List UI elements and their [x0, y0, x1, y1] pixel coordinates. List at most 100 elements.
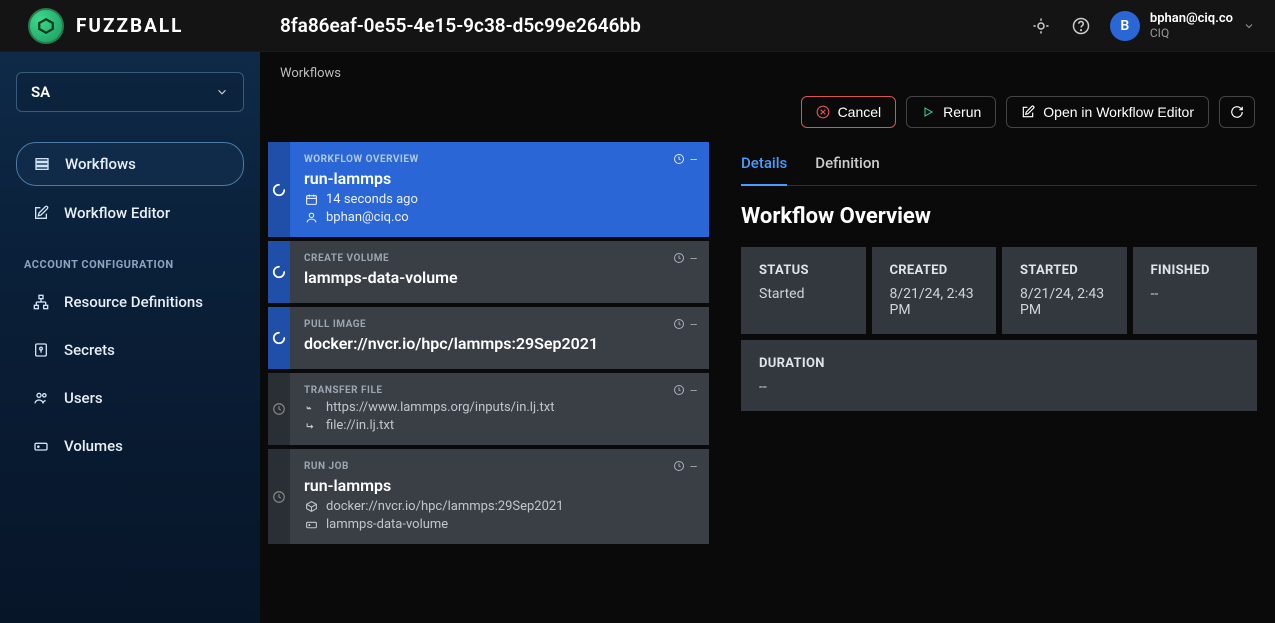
step-meta-text: https://www.lammps.org/inputs/in.lj.txt [326, 400, 554, 415]
step-timer: -- [673, 317, 697, 331]
step-status-icon [268, 241, 290, 303]
step-title: lammps-data-volume [304, 268, 695, 287]
step-type: WORKFLOW OVERVIEW [304, 154, 695, 165]
step-timer: -- [673, 251, 697, 265]
info-card-duration: DURATION -- [741, 340, 1257, 411]
step-timer: -- [673, 459, 697, 473]
info-card-created: CREATED 8/21/24, 2:43 PM [872, 247, 997, 334]
info-card-finished: FINISHED -- [1133, 247, 1258, 334]
brand-name: FUZZBALL [76, 14, 183, 37]
step-timer: -- [673, 152, 697, 166]
org-selector[interactable]: SA [16, 72, 244, 112]
clock-icon [673, 460, 685, 472]
sidebar-item-secrets[interactable]: Secrets [16, 329, 244, 371]
steps-list: -- WORKFLOW OVERVIEW run-lammps 14 secon… [268, 142, 713, 623]
step-title: docker://nvcr.io/hpc/lammps:29Sep2021 [304, 334, 695, 353]
info-value: Started [759, 286, 848, 302]
info-label: CREATED [890, 263, 979, 278]
edit-icon [1021, 105, 1035, 119]
clock-icon [673, 252, 685, 264]
refresh-button[interactable] [1219, 96, 1255, 128]
refresh-icon [1230, 105, 1244, 119]
header-right: B bphan@ciq.co CIQ [1030, 11, 1255, 41]
info-label: DURATION [759, 356, 1239, 371]
sidebar-item-label: Workflows [65, 155, 136, 173]
step-meta-text: lammps-data-volume [326, 517, 448, 532]
cancel-button[interactable]: Cancel [801, 96, 897, 128]
sidebar-item-users[interactable]: Users [16, 377, 244, 419]
step-meta-text: docker://nvcr.io/hpc/lammps:29Sep2021 [326, 499, 564, 514]
clock-icon [673, 153, 685, 165]
sidebar-item-workflows[interactable]: Workflows [16, 142, 244, 186]
step-create-volume[interactable]: -- CREATE VOLUME lammps-data-volume [268, 241, 709, 303]
rerun-button[interactable]: Rerun [906, 96, 996, 128]
step-status-icon [268, 373, 290, 445]
info-value: -- [1151, 286, 1240, 302]
users-icon [32, 389, 50, 407]
calendar-icon [304, 193, 318, 207]
info-value: 8/21/24, 2:43 PM [890, 286, 979, 318]
step-pull-image[interactable]: -- PULL IMAGE docker://nvcr.io/hpc/lammp… [268, 307, 709, 369]
disk-icon [304, 518, 318, 532]
info-card-status: STATUS Started [741, 247, 866, 334]
download-icon [304, 401, 318, 415]
user-menu[interactable]: B bphan@ciq.co CIQ [1110, 11, 1255, 41]
chevron-down-icon [215, 85, 229, 99]
open-in-editor-button[interactable]: Open in Workflow Editor [1006, 96, 1209, 128]
step-workflow-overview[interactable]: -- WORKFLOW OVERVIEW run-lammps 14 secon… [268, 142, 709, 237]
org-selector-value: SA [31, 83, 50, 101]
key-icon [32, 341, 50, 359]
user-org: CIQ [1150, 26, 1233, 40]
tab-details[interactable]: Details [741, 142, 787, 186]
arrow-right-icon [304, 419, 318, 433]
details-panel: Details Definition Workflow Overview STA… [713, 142, 1275, 623]
play-icon [921, 105, 935, 119]
edit-icon [32, 204, 50, 222]
sidebar-item-resource-definitions[interactable]: Resource Definitions [16, 281, 244, 323]
tabs: Details Definition [741, 142, 1257, 186]
step-transfer-file[interactable]: -- TRANSFER FILE https://www.lammps.org/… [268, 373, 709, 445]
avatar: B [1110, 11, 1140, 41]
sidebar-item-label: Users [64, 389, 103, 407]
sidebar-item-workflow-editor[interactable]: Workflow Editor [16, 192, 244, 234]
user-email: bphan@ciq.co [1150, 11, 1233, 26]
cube-icon [304, 500, 318, 514]
help-icon[interactable] [1070, 15, 1092, 37]
sidebar-item-label: Resource Definitions [64, 293, 203, 311]
step-status-icon [268, 307, 290, 369]
step-type: RUN JOB [304, 461, 695, 472]
info-label: STATUS [759, 263, 848, 278]
step-type: TRANSFER FILE [304, 385, 695, 396]
sitemap-icon [32, 293, 50, 311]
sidebar-item-label: Secrets [64, 341, 115, 359]
info-grid: STATUS Started CREATED 8/21/24, 2:43 PM … [741, 247, 1257, 411]
main-content: Workflows Cancel Rerun Open in Workflow … [260, 52, 1275, 623]
chevron-down-icon [1243, 20, 1255, 32]
step-type: CREATE VOLUME [304, 253, 695, 264]
action-bar: Cancel Rerun Open in Workflow Editor [260, 86, 1275, 142]
tab-definition[interactable]: Definition [815, 142, 879, 186]
top-header: FUZZBALL 8fa86eaf-0e55-4e15-9c38-d5c99e2… [0, 0, 1275, 52]
step-meta-text: bphan@ciq.co [326, 210, 409, 225]
step-type: PULL IMAGE [304, 319, 695, 330]
panel-heading: Workflow Overview [741, 204, 1257, 229]
info-value: 8/21/24, 2:43 PM [1020, 286, 1109, 318]
page-title: 8fa86eaf-0e55-4e15-9c38-d5c99e2646bb [280, 14, 641, 37]
step-run-job[interactable]: -- RUN JOB run-lammps docker://nvcr.io/h… [268, 449, 709, 544]
breadcrumb[interactable]: Workflows [260, 52, 1275, 86]
step-title: run-lammps [304, 169, 695, 188]
info-label: STARTED [1020, 263, 1109, 278]
workflows-icon [33, 155, 51, 173]
user-icon [304, 211, 318, 225]
info-card-started: STARTED 8/21/24, 2:43 PM [1002, 247, 1127, 334]
step-meta-text: file://in.lj.txt [326, 418, 394, 433]
disk-icon [32, 437, 50, 455]
sidebar-item-volumes[interactable]: Volumes [16, 425, 244, 467]
theme-toggle-icon[interactable] [1030, 15, 1052, 37]
info-value: -- [759, 379, 1239, 395]
step-meta-text: 14 seconds ago [326, 192, 418, 207]
sidebar: SA Workflows Workflow Editor ACCOUNT CON… [0, 52, 260, 623]
info-label: FINISHED [1151, 263, 1240, 278]
brand-logo-icon [28, 8, 64, 44]
step-title: run-lammps [304, 476, 695, 495]
